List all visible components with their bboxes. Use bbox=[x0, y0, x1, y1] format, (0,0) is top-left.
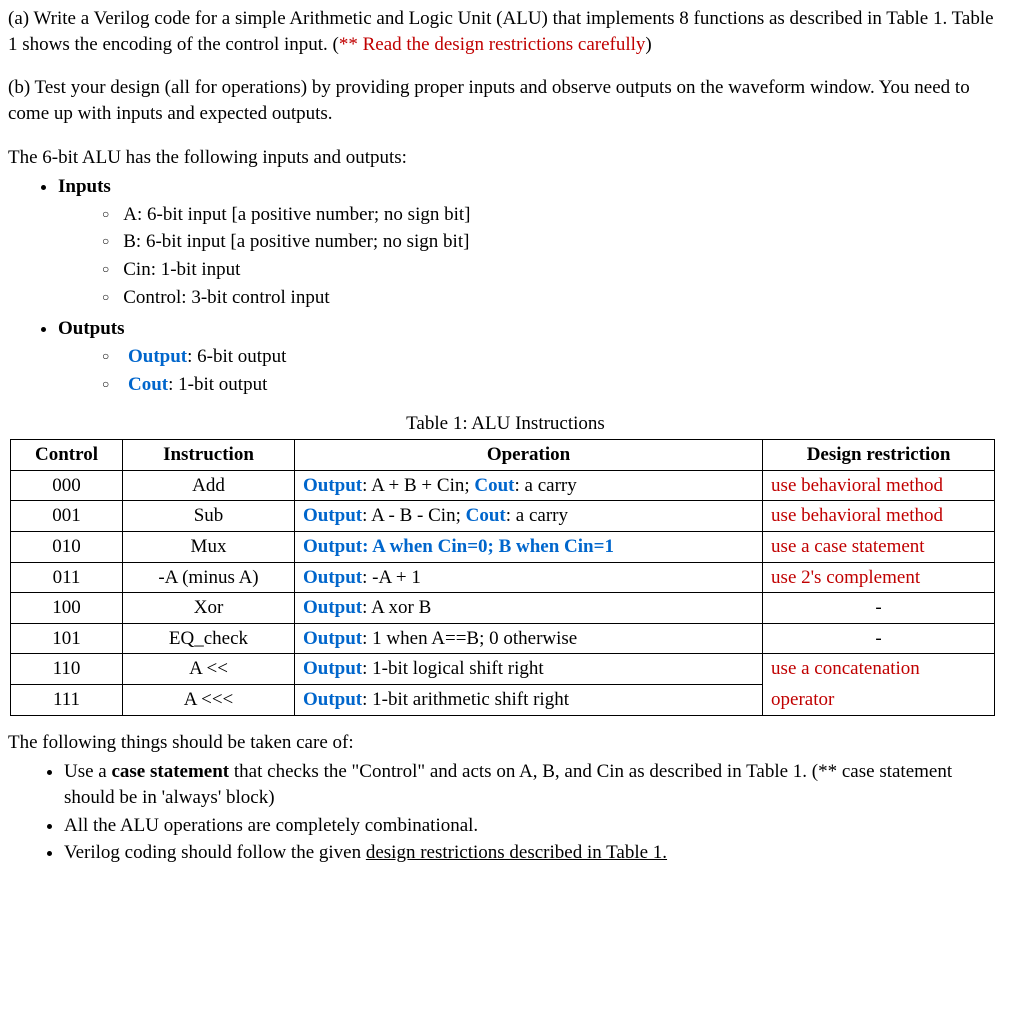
table-row: 100XorOutput: A xor B- bbox=[11, 593, 995, 624]
cell-instruction: -A (minus A) bbox=[123, 562, 295, 593]
table-row: 011-A (minus A)Output: -A + 1use 2's com… bbox=[11, 562, 995, 593]
cell-operation: Output: 1-bit arithmetic shift right bbox=[295, 685, 763, 716]
part-a: (a) Write a Verilog code for a simple Ar… bbox=[8, 6, 1003, 57]
cell-restriction: operator bbox=[763, 685, 995, 716]
cell-control: 100 bbox=[11, 593, 123, 624]
note-2: All the ALU operations are completely co… bbox=[64, 813, 1003, 839]
io-intro: The 6-bit ALU has the following inputs a… bbox=[8, 145, 1003, 171]
cell-instruction: A << bbox=[123, 654, 295, 685]
output-cout: Cout: 1-bit output bbox=[102, 372, 1003, 398]
note-3: Verilog coding should follow the given d… bbox=[64, 840, 1003, 866]
cell-instruction: Mux bbox=[123, 531, 295, 562]
cell-operation: Output: 1-bit logical shift right bbox=[295, 654, 763, 685]
cell-operation: Output: A when Cin=0; B when Cin=1 bbox=[295, 531, 763, 562]
output-cout-rest: : 1-bit output bbox=[168, 374, 267, 395]
table-row: 101EQ_checkOutput: 1 when A==B; 0 otherw… bbox=[11, 623, 995, 654]
cell-operation: Output: A xor B bbox=[295, 593, 763, 624]
cell-restriction: - bbox=[763, 593, 995, 624]
table-row: 111A <<<Output: 1-bit arithmetic shift r… bbox=[11, 685, 995, 716]
note-1-a: Use a bbox=[64, 761, 111, 782]
output-cout-label: Cout bbox=[128, 374, 168, 395]
th-restriction: Design restriction bbox=[763, 439, 995, 470]
notes-intro: The following things should be taken car… bbox=[8, 730, 1003, 756]
output-out-rest: : 6-bit output bbox=[187, 346, 286, 367]
input-b: B: 6-bit input [a positive number; no si… bbox=[102, 229, 1003, 255]
cell-instruction: Sub bbox=[123, 501, 295, 532]
cell-control: 110 bbox=[11, 654, 123, 685]
part-b: (b) Test your design (all for operations… bbox=[8, 75, 1003, 126]
cell-operation: Output: A + B + Cin; Cout: a carry bbox=[295, 470, 763, 501]
cell-operation: Output: 1 when A==B; 0 otherwise bbox=[295, 623, 763, 654]
cell-operation: Output: A - B - Cin; Cout: a carry bbox=[295, 501, 763, 532]
cell-restriction: use behavioral method bbox=[763, 501, 995, 532]
th-instruction: Instruction bbox=[123, 439, 295, 470]
table-row: 010MuxOutput: A when Cin=0; B when Cin=1… bbox=[11, 531, 995, 562]
alu-table: Control Instruction Operation Design res… bbox=[10, 439, 995, 716]
part-a-suffix: ) bbox=[645, 34, 651, 55]
table-row: 001SubOutput: A - B - Cin; Cout: a carry… bbox=[11, 501, 995, 532]
note-1: Use a case statement that checks the "Co… bbox=[64, 759, 1003, 810]
cell-restriction: - bbox=[763, 623, 995, 654]
cell-control: 010 bbox=[11, 531, 123, 562]
note-1-b: case statement bbox=[111, 761, 229, 782]
cell-restriction: use a concatenation bbox=[763, 654, 995, 685]
cell-operation: Output: -A + 1 bbox=[295, 562, 763, 593]
notes-list: Use a case statement that checks the "Co… bbox=[64, 759, 1003, 866]
th-control: Control bbox=[11, 439, 123, 470]
table-title: Table 1: ALU Instructions bbox=[8, 411, 1003, 437]
note-3-a: Verilog coding should follow the given bbox=[64, 842, 366, 863]
inputs-heading: Inputs A: 6-bit input [a positive number… bbox=[58, 174, 1003, 310]
input-cin: Cin: 1-bit input bbox=[102, 257, 1003, 283]
outputs-list: Output: 6-bit output Cout: 1-bit output bbox=[102, 344, 1003, 397]
io-list: Inputs A: 6-bit input [a positive number… bbox=[58, 174, 1003, 397]
table-header-row: Control Instruction Operation Design res… bbox=[11, 439, 995, 470]
note-3-b: design restrictions described in Table 1… bbox=[366, 842, 667, 863]
outputs-label: Outputs bbox=[58, 318, 125, 339]
outputs-heading: Outputs Output: 6-bit output Cout: 1-bit… bbox=[58, 316, 1003, 397]
cell-instruction: EQ_check bbox=[123, 623, 295, 654]
cell-instruction: A <<< bbox=[123, 685, 295, 716]
output-out: Output: 6-bit output bbox=[102, 344, 1003, 370]
cell-control: 000 bbox=[11, 470, 123, 501]
output-out-label: Output bbox=[128, 346, 187, 367]
cell-control: 101 bbox=[11, 623, 123, 654]
table-row: 110A <<Output: 1-bit logical shift right… bbox=[11, 654, 995, 685]
input-a: A: 6-bit input [a positive number; no si… bbox=[102, 202, 1003, 228]
th-operation: Operation bbox=[295, 439, 763, 470]
input-control: Control: 3-bit control input bbox=[102, 285, 1003, 311]
cell-control: 111 bbox=[11, 685, 123, 716]
part-a-warning: ** Read the design restrictions carefull… bbox=[339, 34, 646, 55]
inputs-label: Inputs bbox=[58, 176, 111, 197]
table-row: 000AddOutput: A + B + Cin; Cout: a carry… bbox=[11, 470, 995, 501]
inputs-list: A: 6-bit input [a positive number; no si… bbox=[102, 202, 1003, 311]
cell-instruction: Add bbox=[123, 470, 295, 501]
cell-control: 011 bbox=[11, 562, 123, 593]
cell-instruction: Xor bbox=[123, 593, 295, 624]
cell-restriction: use a case statement bbox=[763, 531, 995, 562]
cell-control: 001 bbox=[11, 501, 123, 532]
cell-restriction: use 2's complement bbox=[763, 562, 995, 593]
cell-restriction: use behavioral method bbox=[763, 470, 995, 501]
